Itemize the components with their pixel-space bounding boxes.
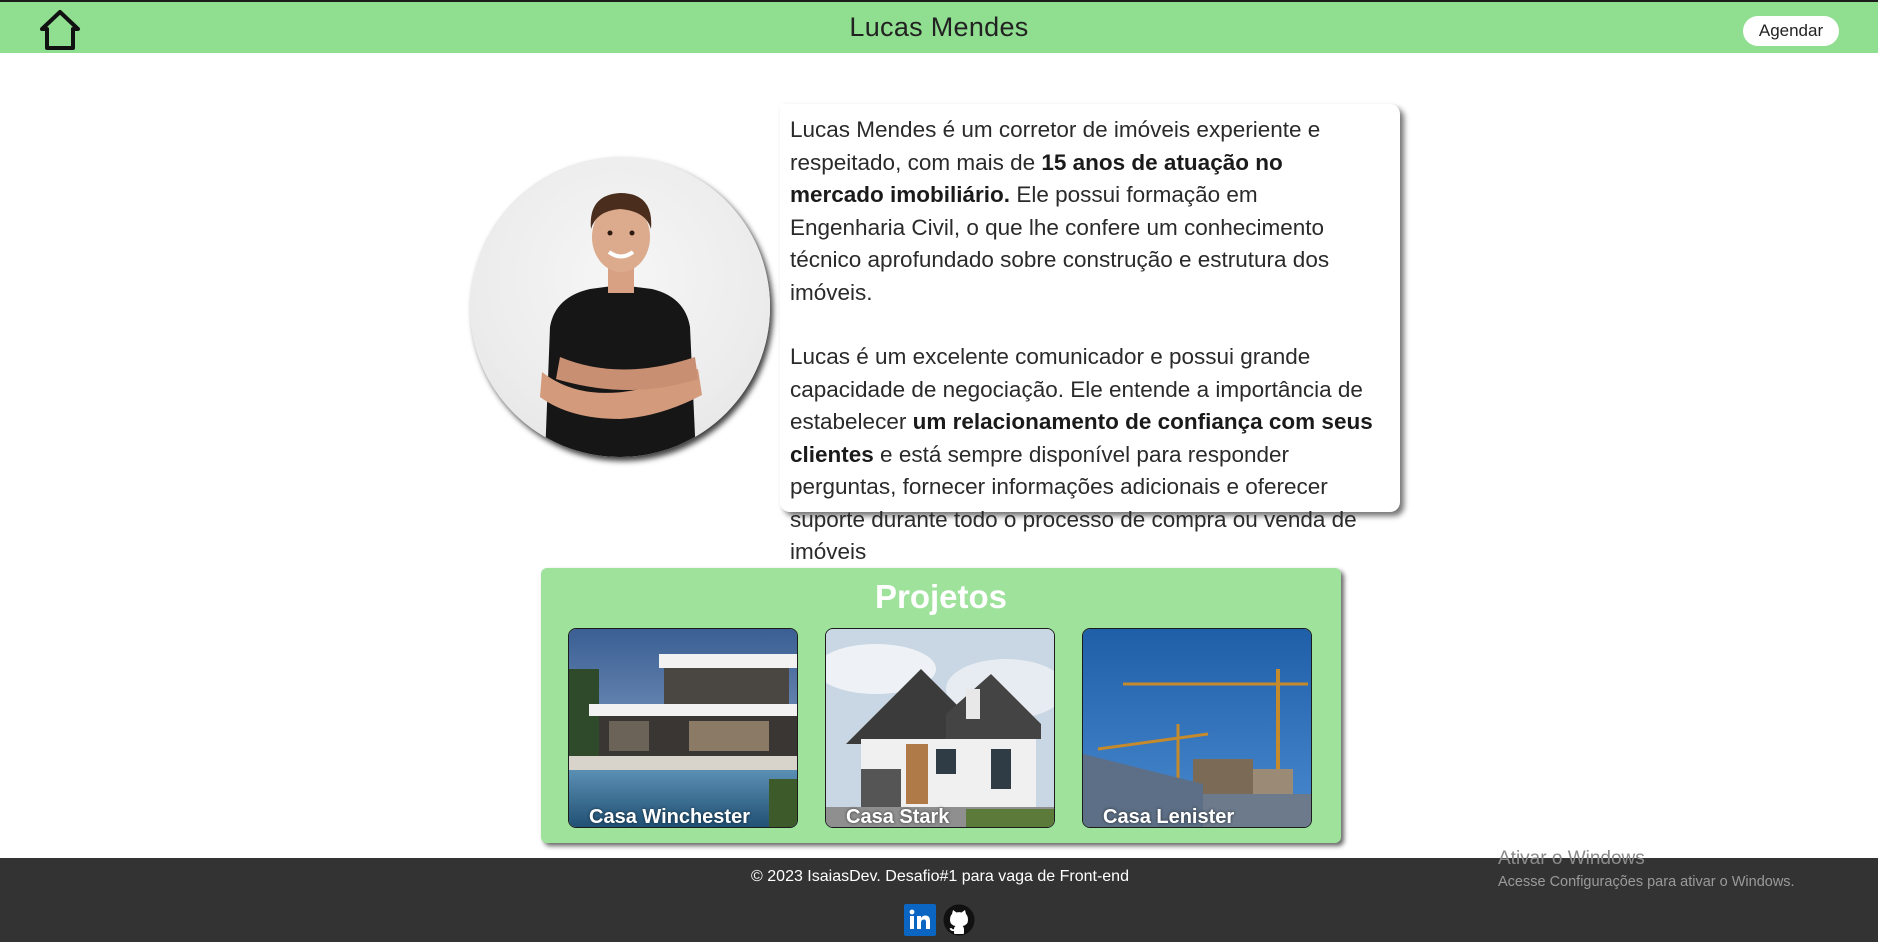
schedule-button[interactable]: Agendar: [1743, 16, 1839, 46]
linkedin-icon[interactable]: [904, 904, 936, 936]
project-card-lenister[interactable]: Casa Lenister: [1082, 628, 1312, 828]
project-card-stark[interactable]: Casa Stark: [825, 628, 1055, 828]
project-label: Casa Stark: [846, 806, 950, 828]
footer: © 2023 IsaiasDev. Desafio#1 para vaga de…: [0, 848, 1878, 942]
top-navbar: Lucas Mendes Agendar: [0, 0, 1878, 53]
project-label: Casa Lenister: [1103, 806, 1235, 828]
projects-title: Projetos: [874, 578, 1008, 615]
bio-card: Lucas Mendes é um corretor de imóveis ex…: [780, 104, 1400, 564]
windows-activation-title: Ativar o Windows: [1498, 848, 1645, 869]
project-label: Casa Winchester: [589, 806, 750, 828]
github-icon[interactable]: [943, 904, 975, 936]
windows-activation-subtitle: Acesse Configurações para ativar o Windo…: [1498, 874, 1795, 890]
profile-photo: [470, 157, 770, 457]
project-card-winchester[interactable]: Casa Winchester: [568, 628, 798, 828]
site-title: Lucas Mendes: [849, 12, 1029, 42]
bio-paragraph-2: Lucas é um excelente comunicador e possu…: [790, 344, 1373, 564]
bio-paragraph-1: Lucas Mendes é um corretor de imóveis ex…: [790, 117, 1330, 305]
projects-section: Projetos Casa Winchester Casa Stark Casa…: [541, 568, 1341, 843]
